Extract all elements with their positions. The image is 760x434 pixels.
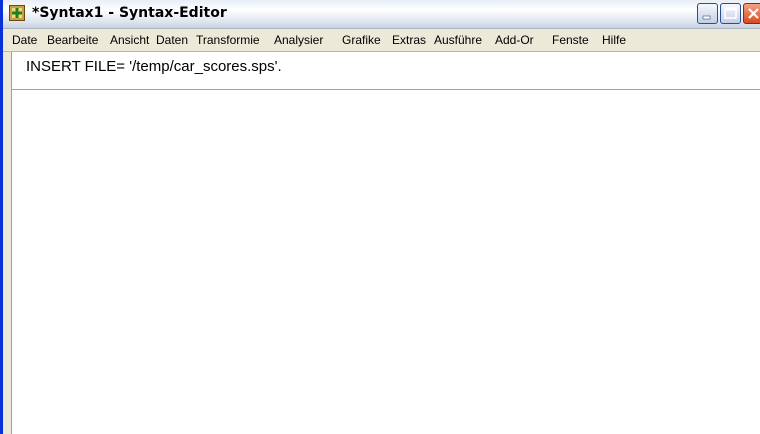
menu-extras[interactable]: Extras xyxy=(392,33,426,47)
menu-analysieren[interactable]: Analysier xyxy=(274,33,323,47)
menu-daten[interactable]: Daten xyxy=(156,33,188,47)
syntax-line[interactable]: INSERT FILE= '/temp/car_scores.sps'. xyxy=(26,58,282,75)
minimize-button[interactable] xyxy=(697,3,718,24)
close-icon xyxy=(748,8,759,19)
window-title: *Syntax1 - Syntax-Editor xyxy=(32,5,227,21)
minimize-icon xyxy=(702,15,711,20)
maximize-icon xyxy=(724,7,737,19)
menu-ansicht[interactable]: Ansicht xyxy=(110,33,149,47)
close-button[interactable] xyxy=(743,3,760,24)
editor-body[interactable] xyxy=(11,89,760,434)
menu-ausfuehren[interactable]: Ausführe xyxy=(434,33,482,47)
menu-hilfe[interactable]: Hilfe xyxy=(602,33,626,47)
menu-bar: Date Bearbeite Ansicht Daten Transformie… xyxy=(3,29,760,52)
menu-bearbeiten[interactable]: Bearbeite xyxy=(47,33,98,47)
maximize-button[interactable] xyxy=(720,3,741,24)
title-bar[interactable]: *Syntax1 - Syntax-Editor xyxy=(3,0,760,29)
menu-transformieren[interactable]: Transformie xyxy=(196,33,260,47)
syntax-editor-window: *Syntax1 - Syntax-Editor Date Bearbeite … xyxy=(0,0,760,434)
menu-add-ons[interactable]: Add-Or xyxy=(495,33,534,47)
menu-grafiken[interactable]: Grafike xyxy=(342,33,381,47)
spss-syntax-icon xyxy=(9,5,25,21)
menu-fenster[interactable]: Fenste xyxy=(552,33,589,47)
menu-datei[interactable]: Date xyxy=(12,33,37,47)
